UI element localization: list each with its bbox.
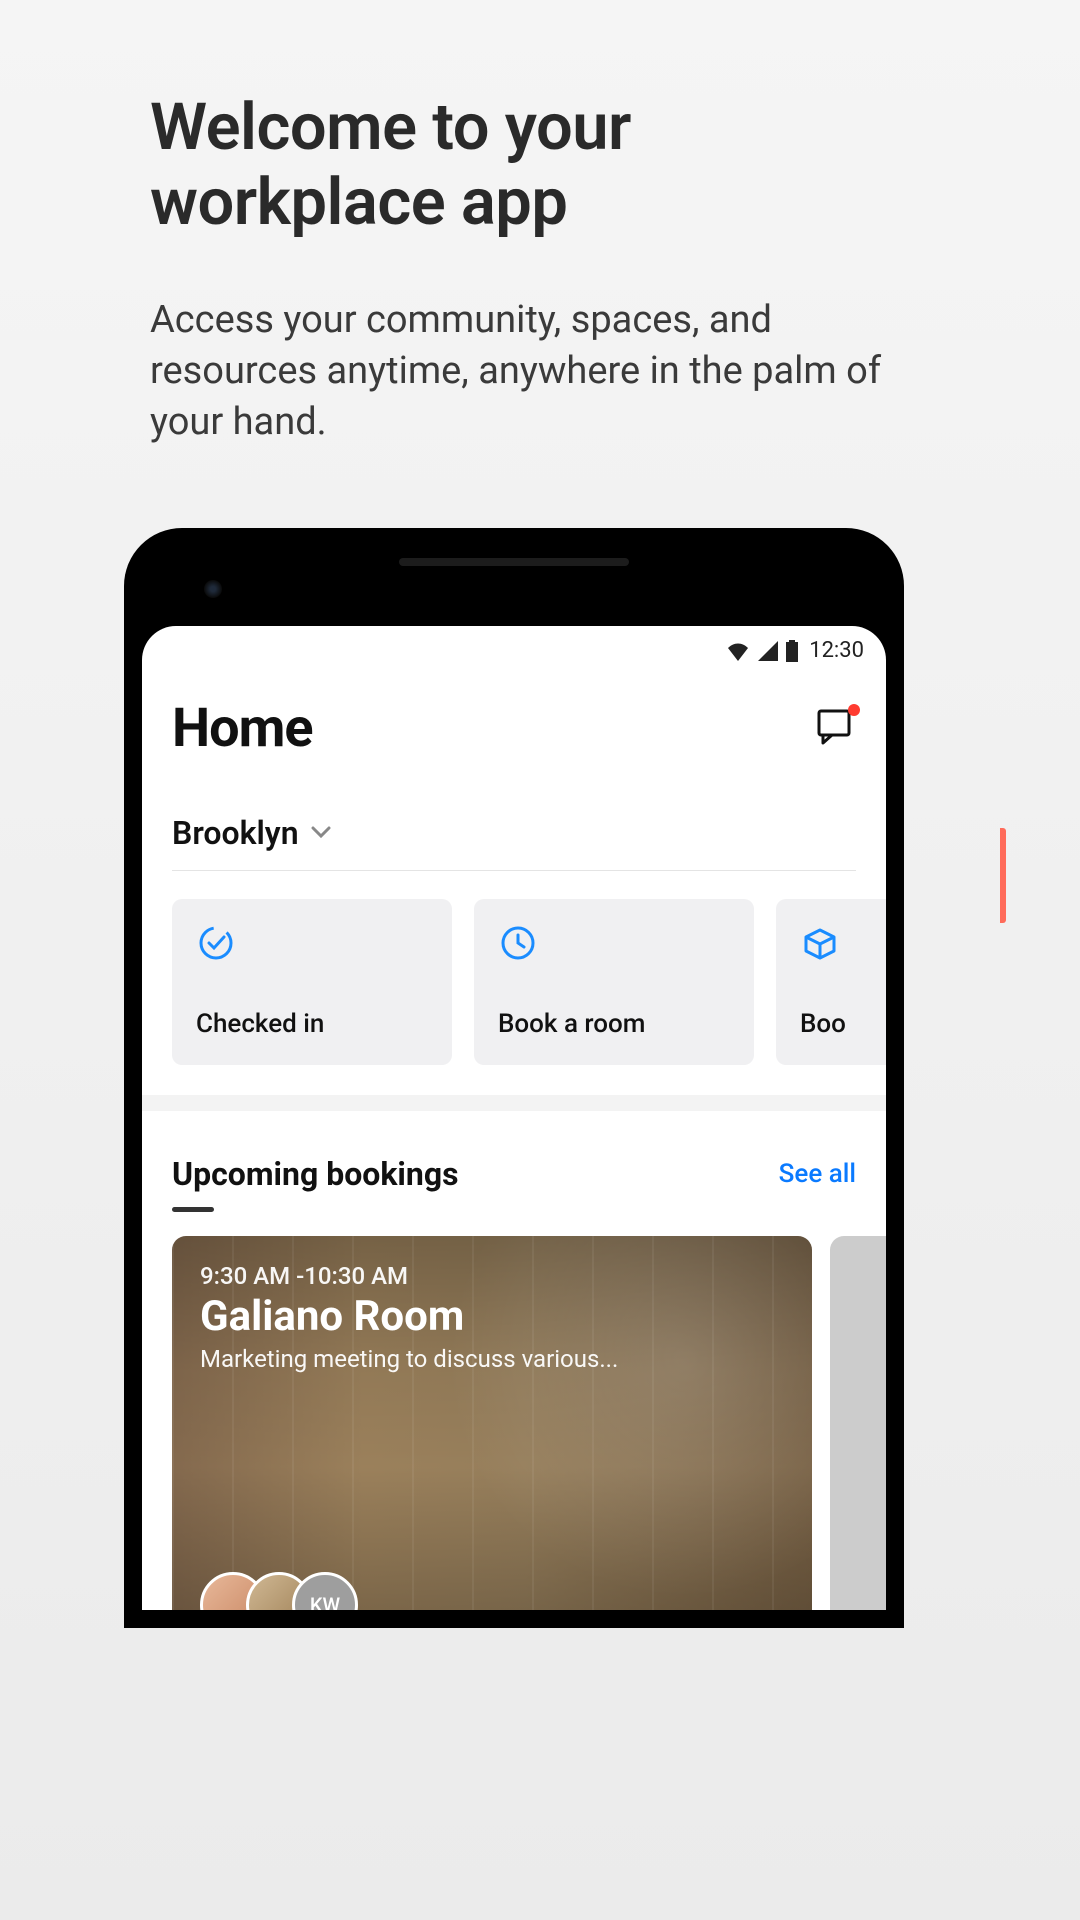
phone-mockup: 12:30 Home Brooklyn [108,528,1000,1628]
quick-action-label: Boo [800,1009,886,1039]
booking-time: 9:30 AM -10:30 AM [200,1262,784,1290]
phone-camera [204,580,222,598]
quick-actions-row: Checked in Book a room Boo [142,871,886,1065]
chat-button[interactable] [816,708,856,750]
quick-action-book-other[interactable]: Boo [776,899,886,1065]
section-separator [142,1095,886,1111]
booking-card[interactable]: 9:30 AM -10:30 AM Galiano Room Marketing… [172,1236,812,1610]
location-selector[interactable]: Brooklyn [142,774,886,870]
see-all-link[interactable]: See all [779,1159,856,1189]
signal-icon [757,641,779,661]
page-subtitle: Access your community, spaces, and resou… [150,295,930,449]
page-title: Welcome to your workplace app [150,90,930,240]
notification-badge [848,704,860,716]
check-circle-icon [196,923,236,963]
screen-title: Home [172,697,313,760]
phone-power-button [1000,828,1006,923]
quick-action-label: Book a room [498,1009,730,1039]
battery-icon [785,640,799,662]
status-time: 12:30 [809,638,864,663]
booking-description: Marketing meeting to discuss various... [200,1345,780,1373]
location-name: Brooklyn [172,814,299,852]
quick-action-checked-in[interactable]: Checked in [172,899,452,1065]
attendee-avatars: KW [200,1572,358,1610]
clock-icon [498,923,538,963]
booking-cards-row: 9:30 AM -10:30 AM Galiano Room Marketing… [142,1212,886,1610]
box-icon [800,923,840,963]
quick-action-book-room[interactable]: Book a room [474,899,754,1065]
status-bar: 12:30 [142,626,886,669]
avatar-initials: KW [292,1572,358,1610]
chevron-down-icon [311,826,331,840]
phone-speaker [399,558,629,566]
quick-action-label: Checked in [196,1009,428,1039]
booking-card[interactable] [830,1236,886,1610]
booking-room-name: Galiano Room [200,1292,784,1341]
section-title-bookings: Upcoming bookings [172,1155,459,1193]
wifi-icon [725,641,751,661]
